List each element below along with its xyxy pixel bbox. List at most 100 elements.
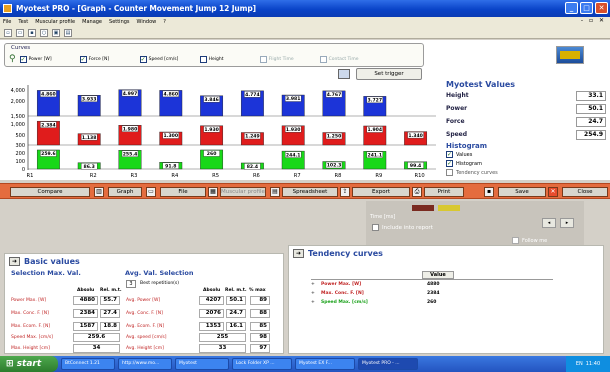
muscular-profile-icon[interactable]: ▦ — [208, 187, 218, 197]
menu-help[interactable]: ? — [163, 19, 166, 25]
search-icon[interactable]: ○ — [40, 28, 48, 37]
arrow-right-icon[interactable]: ➜ — [293, 249, 304, 258]
taskbar-item[interactable]: Myotest EX F... — [295, 358, 355, 370]
mdi-controls[interactable]: - ▫ ✕ — [581, 17, 606, 24]
expand-icon[interactable]: + — [311, 291, 321, 296]
menu-bar: File Test Muscular profile Manage Settin… — [0, 17, 610, 27]
checkbox-tendency-curves[interactable]: Tendency curves — [446, 168, 606, 177]
curve-checkbox-contact-time[interactable]: Contact Time — [319, 55, 376, 63]
maximize-button[interactable]: □ — [580, 2, 593, 14]
open-icon[interactable]: ▭ — [16, 28, 24, 37]
include-into-report-checkbox[interactable]: Include into report — [372, 224, 433, 231]
checkbox-values[interactable]: ✓ Values — [446, 150, 606, 159]
data-label: 86.3 — [84, 164, 95, 170]
time-label: Time [ms] — [370, 214, 396, 220]
x-tick-label: R4 — [171, 173, 179, 179]
system-tray: EN 11:40 — [566, 356, 610, 372]
data-label: 82.4 — [247, 164, 258, 170]
arrow-left-icon[interactable]: ◂ — [542, 218, 556, 228]
data-label: 260 — [207, 151, 217, 157]
tendency-value-header: Value — [422, 271, 454, 279]
curve-checkbox-speed[interactable]: ✓ Speed [cm/s] — [139, 55, 196, 63]
avg-selection-title: Avg. Val. Selection — [125, 269, 194, 277]
checkbox-histogram[interactable]: ✓ Histogram — [446, 159, 606, 168]
data-label: 1.340 — [408, 133, 423, 139]
menu-test[interactable]: Test — [18, 19, 28, 25]
save-icon[interactable]: ▪ — [484, 187, 494, 197]
curve-checkbox-height[interactable]: Height — [199, 55, 256, 63]
start-button[interactable]: ⊞ start — [0, 356, 58, 372]
chart-icon[interactable]: ▤ — [64, 28, 72, 37]
print-icon[interactable]: ⎙ — [412, 187, 422, 197]
save-button[interactable]: Save — [498, 187, 546, 197]
data-label: 4.997 — [123, 91, 138, 97]
best-repetitions-stepper[interactable]: 3 — [126, 280, 136, 288]
expand-icon[interactable]: + — [311, 300, 321, 305]
color-swatch-1[interactable] — [412, 205, 434, 211]
close-view-button[interactable]: Close — [562, 187, 608, 197]
curve-checkbox-force[interactable]: ✓ Force [N] — [79, 55, 136, 63]
follow-me-checkbox[interactable]: Follow me — [512, 237, 547, 244]
spreadsheet-icon[interactable]: ▤ — [270, 187, 280, 197]
best-repetitions-label: Best repetition(s) — [140, 281, 180, 286]
muscular-profile-button[interactable]: Muscular profile — [220, 187, 266, 197]
tendency-row[interactable]: + Power Max. [W] 4880 — [311, 282, 454, 287]
menu-file[interactable]: File — [3, 19, 11, 25]
graph-area: Curves ⚲ ✓ Power [W] ✓ Force [N] ✓ Speed [c… — [0, 40, 610, 180]
curves-group: Curves ⚲ ✓ Power [W] ✓ Force [N] ✓ Speed [c… — [4, 43, 424, 67]
curve-checkbox-flight-time[interactable]: Flight Time — [259, 55, 316, 63]
close-icon[interactable]: ✕ — [548, 187, 558, 197]
export-button[interactable]: Export — [352, 187, 410, 197]
data-label: 3.981 — [286, 96, 301, 102]
taskbar-item[interactable]: BtConnect 1.21 — [61, 358, 115, 370]
data-label: 255.4 — [123, 151, 138, 157]
export-icon[interactable]: ⇪ — [340, 187, 350, 197]
print-button[interactable]: Print — [424, 187, 464, 197]
curve-checkbox-power[interactable]: ✓ Power [W] — [19, 55, 76, 63]
menu-muscular-profile[interactable]: Muscular profile — [35, 19, 75, 25]
menu-window[interactable]: Window — [137, 19, 157, 25]
taskbar-item[interactable]: Myotest PRO - ... — [358, 358, 418, 370]
mv-value-height: 33.1 — [576, 90, 606, 101]
taskbar-item[interactable]: Lock Folder XP ... — [232, 358, 292, 370]
myotest-values-title: Myotest Values — [446, 80, 516, 89]
menu-manage[interactable]: Manage — [82, 19, 102, 25]
x-tick-label: R9 — [375, 173, 382, 179]
close-button[interactable]: ✕ — [595, 2, 608, 14]
magnifier-icon[interactable]: ⚲ — [9, 54, 16, 64]
data-label: 241.1 — [368, 153, 383, 159]
expand-icon[interactable]: + — [311, 282, 321, 287]
new-icon[interactable]: ▫ — [4, 28, 12, 37]
data-label: 3.727 — [368, 98, 383, 104]
toolbar: ▫ ▭ ▪ ○ ▣ ▤ — [0, 27, 610, 39]
color-swatch-2[interactable] — [438, 205, 460, 211]
data-label: 99.4 — [410, 163, 421, 169]
mv-row-height: Height 33.1 — [446, 89, 606, 102]
arrow-right-icon[interactable]: ▸ — [560, 218, 574, 228]
minimize-button[interactable]: _ — [565, 2, 578, 14]
language-indicator[interactable]: EN — [576, 361, 583, 367]
mv-row-power: Power 50.1 — [446, 102, 606, 115]
taskbar-item[interactable]: Myotest — [175, 358, 229, 370]
file-button[interactable]: File — [160, 187, 206, 197]
compare-button[interactable]: Compare — [10, 187, 90, 197]
set-trigger-button[interactable]: Set trigger — [356, 68, 422, 80]
taskbar-item[interactable]: http://www.mo... — [118, 358, 172, 370]
data-label: 3.933 — [82, 96, 97, 102]
menu-settings[interactable]: Settings — [109, 19, 130, 25]
data-label: 1.138 — [82, 135, 97, 141]
save-icon[interactable]: ▪ — [28, 28, 36, 37]
x-tick-label: R3 — [131, 173, 138, 179]
graph-button[interactable]: Graph — [108, 187, 142, 197]
settings-icon[interactable]: ▣ — [52, 28, 60, 37]
tendency-row[interactable]: + Max. Conc. F. [N] 2384 — [311, 291, 454, 296]
spreadsheet-button[interactable]: Spreadsheet — [282, 187, 338, 197]
folder-icon[interactable]: ▭ — [146, 187, 156, 197]
chart-type-icon[interactable] — [338, 69, 350, 79]
data-label: 244.1 — [286, 152, 301, 158]
compare-chart-icon[interactable]: ▥ — [94, 187, 104, 197]
tendency-row[interactable]: + Speed Max. [cm/s] 260 — [311, 300, 454, 305]
y-tick-label: 1,000 — [11, 122, 25, 128]
checkbox-unchecked-icon — [372, 224, 379, 231]
arrow-right-icon[interactable]: ➜ — [9, 257, 20, 266]
